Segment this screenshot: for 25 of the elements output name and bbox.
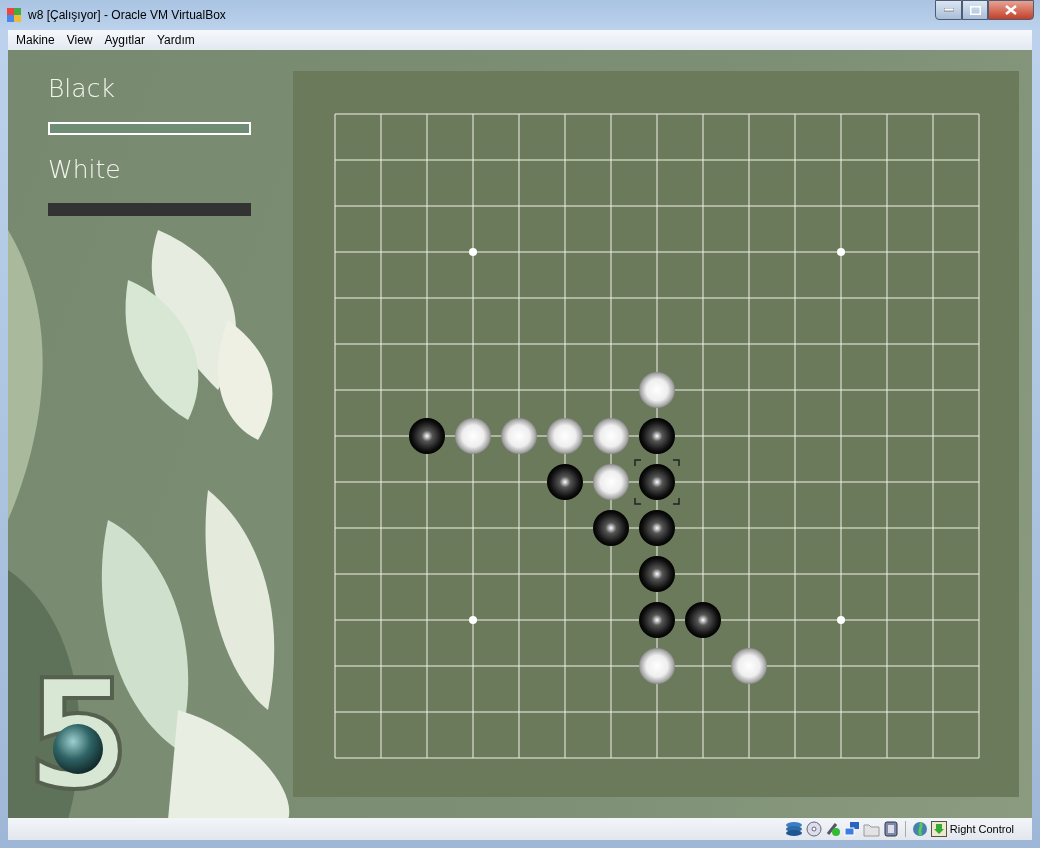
chip-icon <box>882 821 899 837</box>
menu-item[interactable]: View <box>60 33 99 47</box>
down-arrow-icon <box>930 821 947 837</box>
menu-item[interactable]: Makine <box>10 33 61 47</box>
maximize-button[interactable] <box>962 0 988 20</box>
menu-item[interactable]: Yardım <box>150 33 201 47</box>
player-name: Black <box>48 74 116 104</box>
window-title: w8 [Çalışıyor] - Oracle VM VirtualBox <box>28 8 227 22</box>
host-key-label: Right Control <box>949 823 1014 835</box>
folder-icon <box>862 821 880 837</box>
star-point <box>469 248 477 256</box>
minimize-icon <box>943 8 954 12</box>
star-point <box>469 616 477 624</box>
sphere-icon <box>52 723 104 775</box>
app-icon <box>6 7 22 23</box>
network-icon <box>843 821 860 837</box>
player-name: White <box>48 155 122 185</box>
menu-item[interactable]: Aygıtlar <box>98 33 151 47</box>
maximize-icon <box>969 5 981 15</box>
close-button[interactable] <box>988 0 1034 20</box>
minimize-button[interactable] <box>935 0 962 20</box>
close-icon <box>1005 5 1017 15</box>
disk-stack-icon <box>784 821 803 837</box>
star-point <box>837 248 845 256</box>
star-point <box>837 616 845 624</box>
